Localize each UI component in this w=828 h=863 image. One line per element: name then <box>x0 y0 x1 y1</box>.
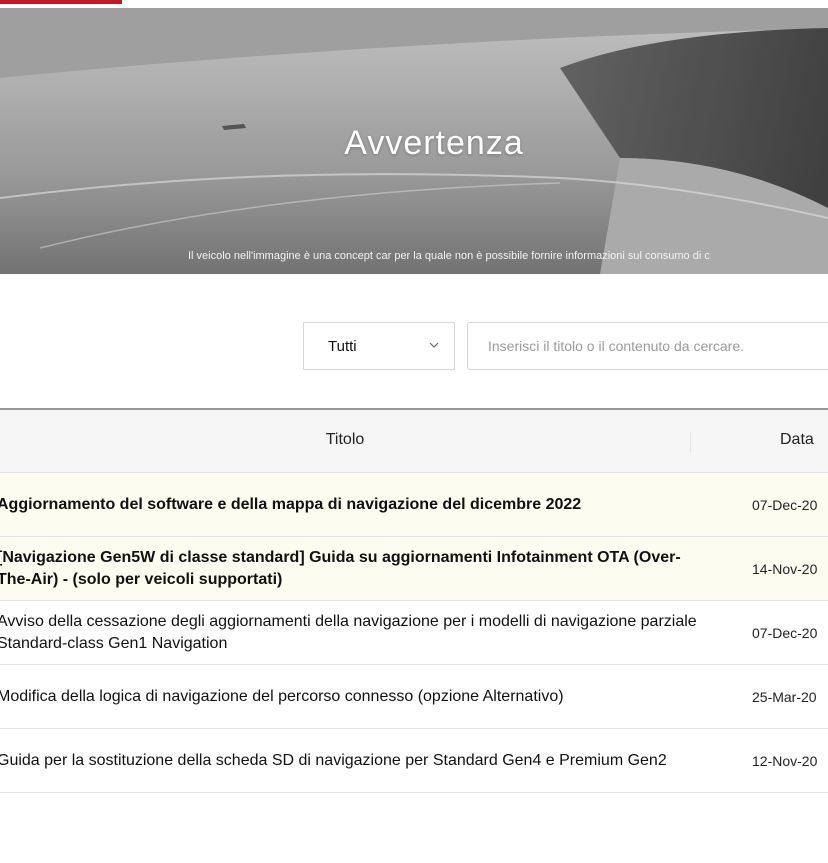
table-header: Titolo Data <box>0 410 828 473</box>
search-input[interactable] <box>468 323 828 369</box>
table-row[interactable]: Aggiornamento del software e della mappa… <box>0 473 828 537</box>
page-title: Avvertenza <box>344 124 524 162</box>
table-body: Aggiornamento del software e della mappa… <box>0 473 828 793</box>
hero-disclaimer: Il veicolo nell'immagine è una concept c… <box>188 250 710 262</box>
hero-banner: Avvertenza Il veicolo nell'immagine è un… <box>0 8 828 274</box>
brand-accent-bar <box>0 0 122 4</box>
table-row[interactable]: [Navigazione Gen5W di classe standard] G… <box>0 537 828 601</box>
category-select[interactable]: Tutti <box>303 322 455 370</box>
row-date: 07-Dec-20 <box>752 624 818 641</box>
row-date: 12-Nov-20 <box>752 752 818 769</box>
column-header-date: Data <box>780 431 814 448</box>
column-header-title: Titolo <box>325 431 365 448</box>
row-date: 25-Mar-20 <box>752 688 817 705</box>
row-date: 07-Dec-20 <box>752 496 818 513</box>
table-row[interactable]: Guida per la sostituzione della scheda S… <box>0 729 828 793</box>
row-title-link[interactable]: Aggiornamento del software e della mappa… <box>0 494 697 516</box>
top-bar <box>0 0 828 8</box>
row-title-link[interactable]: Modifica della logica di navigazione del… <box>0 686 697 708</box>
search-box <box>467 322 828 370</box>
table-row[interactable]: Modifica della logica di navigazione del… <box>0 665 828 729</box>
row-title-link[interactable]: Avviso della cessazione degli aggiorname… <box>0 611 697 655</box>
category-select-value: Tutti <box>328 338 357 355</box>
chevron-down-icon <box>429 342 439 348</box>
row-date: 14-Nov-20 <box>752 560 818 577</box>
notice-table: Titolo Data Aggiornamento del software e… <box>0 408 828 793</box>
table-row[interactable]: Avviso della cessazione degli aggiorname… <box>0 601 828 665</box>
column-divider <box>690 432 691 452</box>
row-title-link[interactable]: Guida per la sostituzione della scheda S… <box>0 750 697 772</box>
row-title-link[interactable]: [Navigazione Gen5W di classe standard] G… <box>0 547 697 591</box>
